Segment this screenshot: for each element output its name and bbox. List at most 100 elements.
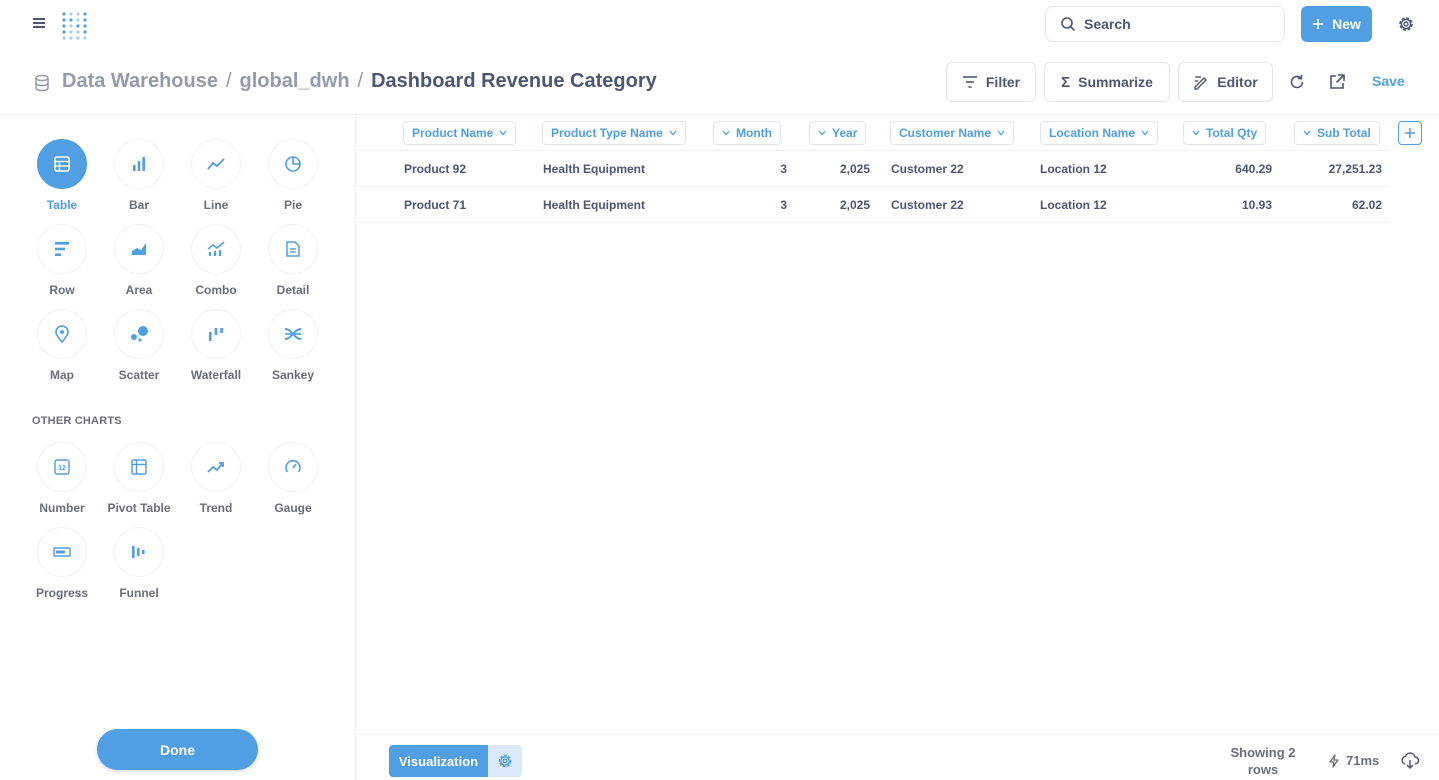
column-header-label: Customer Name	[899, 126, 992, 140]
line-icon	[207, 158, 225, 170]
page-title[interactable]: Dashboard Revenue Category	[371, 70, 657, 93]
column-header-product-name[interactable]: Product Name	[403, 121, 517, 145]
breadcrumb: Data Warehouse / global_dwh / Dashboard …	[62, 70, 657, 93]
viz-option-circle	[191, 139, 241, 189]
column-header-location-name[interactable]: Location Name	[1040, 121, 1159, 145]
funnel-icon	[132, 546, 145, 558]
table-cell[interactable]: Health Equipment	[543, 198, 645, 212]
column-header-sub-total[interactable]: Sub Total	[1294, 121, 1380, 145]
top-nav: Search New	[0, 0, 1439, 48]
viz-option-circle	[268, 224, 318, 274]
table-cell[interactable]: Customer 22	[891, 198, 964, 212]
done-button[interactable]: Done	[97, 729, 258, 770]
table-cell[interactable]: Product 71	[404, 198, 466, 212]
settings-gear-icon[interactable]	[1396, 14, 1416, 34]
viz-option-sankey[interactable]: Sankey	[258, 309, 328, 382]
combo-icon	[207, 241, 225, 256]
table-cell[interactable]: 27,251.23	[1329, 162, 1382, 176]
metabase-logo-icon[interactable]	[60, 10, 90, 40]
share-external-icon[interactable]	[1328, 73, 1346, 91]
viz-option-progress[interactable]: Progress	[27, 527, 97, 600]
add-column-button[interactable]	[1398, 121, 1422, 145]
filter-button-label: Filter	[985, 74, 1021, 90]
search-input[interactable]: Search	[1045, 6, 1285, 42]
table-cell[interactable]: Location 12	[1040, 162, 1107, 176]
viz-option-circle	[268, 139, 318, 189]
number-icon: 12	[54, 459, 70, 475]
chevron-down-icon	[722, 130, 730, 136]
viz-option-waterfall[interactable]: Waterfall	[181, 309, 251, 382]
table-cell[interactable]: 2,025	[840, 198, 870, 212]
summarize-button[interactable]: Σ Summarize	[1044, 62, 1170, 102]
chevron-down-icon	[669, 130, 677, 136]
table-header: Product Name Product Type Name Month Yea…	[356, 115, 1390, 151]
table-cell[interactable]: Product 92	[404, 162, 466, 176]
viz-option-gauge[interactable]: Gauge	[258, 442, 328, 515]
column-header-label: Total Qty	[1206, 126, 1258, 140]
column-header-year[interactable]: Year	[809, 121, 867, 145]
editor-button[interactable]: Editor	[1178, 62, 1273, 102]
breadcrumb-database[interactable]: Data Warehouse	[62, 70, 218, 93]
viz-option-number[interactable]: 12 Number	[27, 442, 97, 515]
new-button-label: New	[1332, 16, 1361, 32]
visualization-toggle-button[interactable]: Visualization	[389, 745, 488, 777]
column-header-total-qty[interactable]: Total Qty	[1183, 121, 1267, 145]
table-cell[interactable]: 2,025	[840, 162, 870, 176]
viz-option-pie[interactable]: Pie	[258, 139, 328, 212]
viz-option-label: Pie	[283, 198, 302, 212]
chevron-down-icon	[997, 130, 1005, 136]
gear-icon	[498, 754, 512, 768]
table-cell[interactable]: Location 12	[1040, 198, 1107, 212]
viz-option-row[interactable]: Row	[27, 224, 97, 297]
viz-option-circle	[191, 442, 241, 492]
viz-option-map[interactable]: Map	[27, 309, 97, 382]
viz-option-circle	[114, 224, 164, 274]
chevron-down-icon	[1303, 130, 1311, 136]
filter-button[interactable]: Filter	[946, 62, 1036, 102]
table-cell[interactable]: 3	[780, 198, 787, 212]
plus-icon	[1313, 19, 1324, 29]
row-count-line2: rows	[1247, 762, 1279, 777]
viz-option-bar[interactable]: Bar	[104, 139, 174, 212]
row-icon	[55, 242, 69, 256]
viz-option-line[interactable]: Line	[181, 139, 251, 212]
column-header-product-type-name[interactable]: Product Type Name	[542, 121, 686, 145]
map-pin-icon	[55, 325, 69, 343]
new-button[interactable]: New	[1301, 6, 1372, 42]
viz-option-trend[interactable]: Trend	[181, 442, 251, 515]
table-cell[interactable]: 10.93	[1242, 198, 1272, 212]
viz-option-funnel[interactable]: Funnel	[104, 527, 174, 600]
column-header-customer-name[interactable]: Customer Name	[890, 121, 1015, 145]
pie-icon	[285, 156, 301, 172]
save-button[interactable]: Save	[1372, 73, 1405, 89]
table-cell[interactable]: 62.02	[1352, 198, 1382, 212]
table-cell[interactable]: Customer 22	[891, 162, 964, 176]
viz-option-circle: 12	[37, 442, 87, 492]
viz-option-circle	[114, 309, 164, 359]
table-cell[interactable]: 3	[780, 162, 787, 176]
breadcrumb-schema[interactable]: global_dwh	[240, 70, 350, 93]
viz-option-scatter[interactable]: Scatter	[104, 309, 174, 382]
table-cell[interactable]: 640.29	[1235, 162, 1272, 176]
viz-option-circle	[37, 139, 87, 189]
table-row[interactable]: Product 92 Health Equipment 3 2,025 Cust…	[356, 151, 1390, 187]
viz-option-label: Table	[46, 198, 78, 212]
sigma-icon: Σ	[1061, 73, 1071, 91]
column-header-month[interactable]: Month	[713, 121, 781, 145]
refresh-icon[interactable]	[1288, 73, 1306, 91]
viz-option-area[interactable]: Area	[104, 224, 174, 297]
viz-option-combo[interactable]: Combo	[181, 224, 251, 297]
svg-text:12: 12	[58, 465, 66, 472]
viz-option-detail[interactable]: Detail	[258, 224, 328, 297]
table-row[interactable]: Product 71 Health Equipment 3 2,025 Cust…	[356, 187, 1390, 223]
download-icon[interactable]	[1400, 752, 1420, 770]
table-icon	[54, 156, 70, 172]
hamburger-menu-icon[interactable]	[30, 14, 48, 32]
viz-option-pivot-table[interactable]: Pivot Table	[104, 442, 174, 515]
visualization-settings-button[interactable]	[488, 745, 522, 777]
chevron-down-icon	[1141, 130, 1149, 136]
table-cell[interactable]: Health Equipment	[543, 162, 645, 176]
viz-option-circle	[191, 309, 241, 359]
viz-option-table[interactable]: Table	[27, 139, 97, 212]
viz-option-label: Combo	[195, 283, 237, 297]
